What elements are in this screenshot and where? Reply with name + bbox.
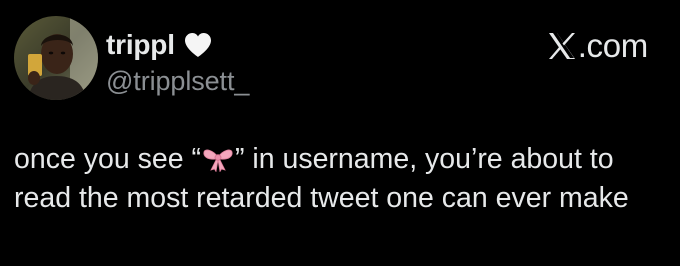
tweet-card: trippl @tripplsett_ .com once you see “ (0, 0, 680, 266)
tweet-text-segment: once you see “ (14, 143, 201, 175)
avatar-photo (14, 16, 98, 100)
tweet-line-1: once you see “ ” in username, you’re abo… (14, 140, 668, 179)
avatar[interactable] (14, 16, 98, 100)
brand-suffix: .com (577, 27, 649, 64)
ribbon-bow-emoji-icon (202, 146, 234, 172)
user-handle[interactable]: @tripplsett_ (106, 66, 249, 97)
brand-watermark: .com (547, 26, 648, 66)
white-heart-icon (183, 31, 213, 59)
display-name[interactable]: trippl (106, 29, 175, 61)
tweet-line-2: read the most retarded tweet one can eve… (14, 182, 629, 214)
tweet-text-segment: ” in username, you’re about to (234, 143, 614, 175)
display-name-row[interactable]: trippl (106, 28, 213, 62)
tweet-text: once you see “ ” in username, you’re abo… (14, 140, 668, 218)
x-logo-icon (547, 31, 577, 61)
